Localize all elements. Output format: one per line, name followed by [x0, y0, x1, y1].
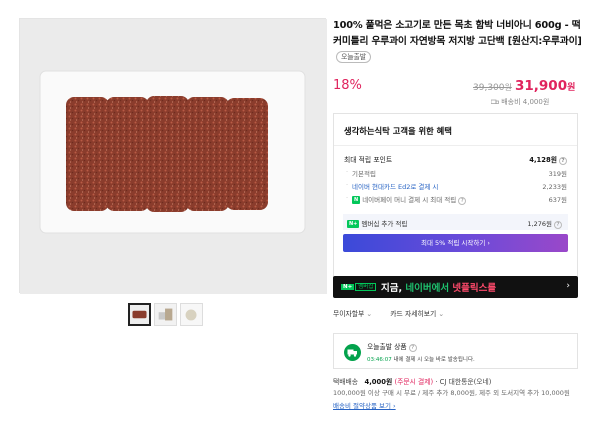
- banner-text-red: 넷플릭스를: [452, 283, 497, 294]
- shipping-label: 택배배송: [333, 378, 359, 386]
- shipping-detail: 100,000원 이상 구매 시 무료 / 제주 추가 8,000원, 제주 외…: [333, 389, 570, 397]
- thumbnail-strip: [128, 303, 203, 326]
- membership-extra-row: N+ 멤버십 추가 적립 1,276원?: [343, 214, 568, 230]
- membership-extra-value: 1,276원: [527, 220, 552, 228]
- nplus-badge: N+: [347, 220, 360, 228]
- truck-icon: [344, 344, 361, 361]
- points-row-basic: 기본적립 319원: [344, 168, 567, 178]
- payment-links: 무이자할부 카드 자세히보기: [333, 308, 460, 318]
- help-icon[interactable]: ?: [458, 197, 467, 205]
- discount-rate: 18%: [333, 78, 362, 93]
- sale-price-unit: 원: [567, 83, 576, 93]
- benefit-box: 생각하는식탁 고객을 위한 혜택 최대 적립 포인트 4,128원? 기본적립 …: [333, 113, 578, 278]
- banner-text-white: 지금,: [381, 283, 406, 294]
- membership-extra-text: 멤버십 추가 적립: [361, 220, 408, 228]
- membership-extra-label: N+ 멤버십 추가 적립: [347, 218, 407, 228]
- shipping-carrier: · CJ 대한통운(오네): [435, 378, 492, 386]
- help-icon[interactable]: ?: [559, 157, 567, 165]
- membership-extra-value-wrap: 1,276원?: [527, 218, 562, 229]
- today-desc-text: 내에 결제 시 오늘 바로 발송됩니다.: [391, 357, 475, 363]
- original-price-unit: 원: [504, 83, 512, 92]
- thumbnail-3[interactable]: [180, 303, 203, 326]
- npay-badge: N: [352, 196, 361, 204]
- divider: [334, 145, 577, 146]
- points-row-label: 네이버 현대카드 Ed2로 결제 시: [352, 183, 439, 191]
- truck-small-icon: [490, 99, 499, 104]
- max-points-value-wrap: 4,128원?: [529, 154, 567, 165]
- shipping-condition: (주문시 결제): [394, 378, 434, 386]
- shipping-info: 택배배송 4,000원 (주문시 결제) · CJ 대한통운(오네) 100,0…: [333, 377, 583, 410]
- shipping-fee: 배송비 4,000원: [490, 97, 550, 107]
- original-price: 39,300원: [473, 82, 512, 93]
- card-detail-link[interactable]: 카드 자세히보기: [390, 310, 444, 318]
- help-icon[interactable]: ?: [408, 344, 417, 352]
- today-countdown: 03:46:07: [367, 357, 392, 363]
- shipping-price: 4,000원: [364, 378, 393, 386]
- points-row-card[interactable]: 네이버 현대카드 Ed2로 결제 시 2,233원: [344, 181, 567, 191]
- shipping-fee-text: 배송비 4,000원: [501, 98, 550, 106]
- membership-start-button[interactable]: 최대 5% 적립 시작하기 ›: [343, 234, 568, 252]
- points-row-value: 2,233원: [542, 183, 567, 191]
- benefit-title: 생각하는식탁 고객을 위한 혜택: [344, 126, 452, 136]
- today-title: 오늘출발 상품?: [367, 341, 417, 352]
- help-icon[interactable]: ?: [554, 221, 562, 229]
- shipping-save-link[interactable]: 배송비 절약상품 보기: [333, 400, 583, 410]
- banner-text-green: 네이버에서: [405, 283, 453, 294]
- shipping-line: 택배배송 4,000원 (주문시 결제) · CJ 대한통운(오네): [333, 377, 583, 387]
- chevron-right-icon: ›: [566, 281, 570, 291]
- price-row: 18% 39,300원 31,900원: [333, 78, 578, 98]
- original-price-value: 39,300: [473, 83, 505, 93]
- today-shipping-box: 오늘출발 상품? 03:46:07 내에 결제 시 오늘 바로 발송됩니다.: [333, 333, 578, 369]
- max-points-value: 4,128원: [529, 156, 557, 164]
- product-title-text: 100% 풀먹은 소고기로 만든 목초 함박 너비아니 600g - 떡커미틀리…: [333, 20, 582, 47]
- today-ship-tag: 오늘출발: [336, 51, 371, 63]
- points-row-value: 637원: [548, 196, 567, 204]
- nplus-logo: N+ 멤버십: [341, 282, 377, 291]
- today-title-text: 오늘출발 상품: [367, 343, 407, 351]
- today-desc: 03:46:07 내에 결제 시 오늘 바로 발송됩니다.: [367, 355, 475, 363]
- sale-price: 31,900원: [515, 78, 575, 94]
- product-info: 100% 풀먹은 소고기로 만든 목초 함박 너비아니 600g - 떡커미틀리…: [333, 18, 588, 410]
- points-row-npay: N네이버페이 머니 결제 시 최대 적립? 637원: [344, 194, 567, 205]
- points-row-label: 기본적립: [352, 170, 376, 178]
- interest-free-link[interactable]: 무이자할부: [333, 310, 372, 318]
- sale-price-value: 31,900: [515, 78, 568, 94]
- nplus-netflix-banner[interactable]: N+ 멤버십 지금, 네이버에서 넷플릭스를 ›: [333, 276, 578, 298]
- banner-message: 지금, 네이버에서 넷플릭스를: [381, 280, 496, 294]
- points-row-value: 319원: [548, 170, 567, 178]
- nplus-logo-text: 멤버십: [355, 283, 377, 291]
- points-row-label: 네이버페이 머니 결제 시 최대 적립: [362, 196, 457, 204]
- product-title: 100% 풀먹은 소고기로 만든 목초 함박 너비아니 600g - 떡커미틀리…: [333, 18, 588, 66]
- thumbnail-1[interactable]: [128, 303, 151, 326]
- thumbnail-2[interactable]: [154, 303, 177, 326]
- max-points-row: 최대 적립 포인트 4,128원?: [344, 154, 567, 165]
- nplus-logo-n: N+: [341, 284, 355, 290]
- product-main-image: [19, 18, 327, 294]
- max-points-label: 최대 적립 포인트: [344, 156, 393, 164]
